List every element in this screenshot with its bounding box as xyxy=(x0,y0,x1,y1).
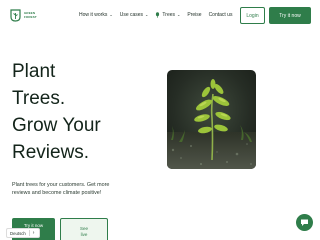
hero-title: Plant Trees. Grow Your Reviews. xyxy=(12,58,101,166)
brand-line-2: FOREST xyxy=(24,14,37,19)
chevron-down-icon: ⌄ xyxy=(177,12,181,17)
hero-title-line: Grow Your xyxy=(12,115,101,136)
try-it-now-button[interactable]: Try it now xyxy=(269,7,311,24)
nav-item-preise[interactable]: Preise xyxy=(187,12,201,18)
language-label: Deutsch xyxy=(10,230,26,236)
nav-item-how-it-works[interactable]: How it works ⌄ xyxy=(79,12,113,18)
main-nav: How it works ⌄ Use cases ⌄ Trees ⌄ Preis… xyxy=(79,12,239,18)
nav-item-trees[interactable]: Trees ⌄ xyxy=(155,12,180,18)
chevron-right-icon: › xyxy=(32,230,35,236)
see-live-button[interactable]: See live xyxy=(60,218,108,240)
seedling-photo xyxy=(167,70,256,169)
hero-title-line: Reviews. xyxy=(12,142,90,163)
nav-item-contact-us[interactable]: Contact us xyxy=(209,12,233,18)
nav-label: Contact us xyxy=(208,12,233,18)
language-selector[interactable]: Deutsch › xyxy=(6,228,40,238)
nav-label: Trees xyxy=(162,12,176,18)
brand-logo[interactable]: GREEN FOREST xyxy=(10,9,37,22)
chevron-down-icon: ⌄ xyxy=(145,12,149,17)
hero-subtitle: Plant trees for your customers. Get more… xyxy=(12,182,110,197)
login-button[interactable]: Login xyxy=(240,7,265,24)
see-live-line-2: live xyxy=(80,231,88,237)
site-header: GREEN FOREST How it works ⌄ Use cases ⌄ … xyxy=(0,0,320,32)
nav-label: Use cases xyxy=(119,12,144,18)
nav-label: How it works xyxy=(79,12,108,18)
tree-icon xyxy=(156,12,160,18)
leaf-logo-icon xyxy=(10,9,21,22)
hero-title-line: Trees. xyxy=(12,88,66,109)
chat-bubble-icon xyxy=(301,219,308,226)
brand-wordmark: GREEN FOREST xyxy=(24,11,37,19)
hero-title-line: Plant xyxy=(12,61,56,82)
nav-item-use-cases[interactable]: Use cases ⌄ xyxy=(120,12,149,18)
chat-button[interactable] xyxy=(296,214,313,231)
nav-label: Preise xyxy=(187,12,202,18)
chevron-down-icon: ⌄ xyxy=(109,12,113,17)
divider xyxy=(28,230,30,236)
